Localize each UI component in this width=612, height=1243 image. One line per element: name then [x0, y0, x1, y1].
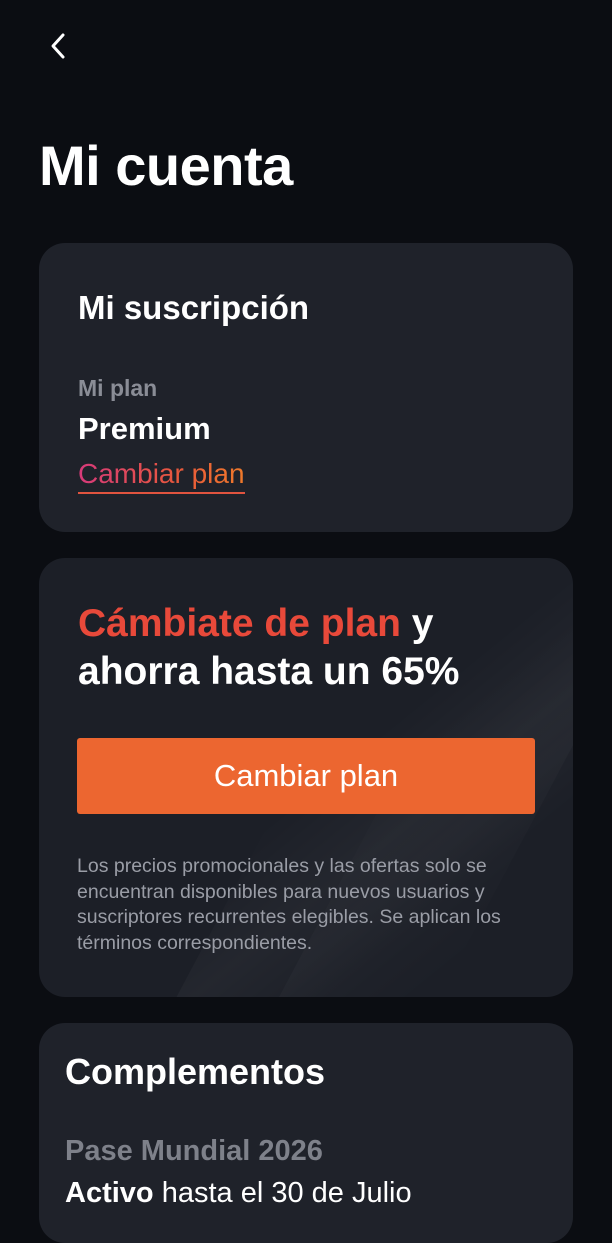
back-button[interactable] — [38, 26, 78, 66]
change-plan-link[interactable]: Cambiar plan — [78, 456, 245, 494]
addon-name: Pase Mundial 2026 — [65, 1135, 323, 1167]
promo-disclaimer: Los precios promocionales y las ofertas … — [77, 855, 501, 954]
addon-status-suffix: hasta el 30 de Julio — [153, 1177, 412, 1209]
plan-label: Mi plan — [78, 375, 158, 401]
promo-headline-accent: Cámbiate de plan — [78, 602, 401, 645]
promo-headline: Cámbiate de plan y ahorra hasta un 65% — [78, 600, 558, 696]
addons-card: Complementos Pase Mundial 2026 Activo ha… — [39, 1023, 573, 1243]
plan-value: Premium — [78, 411, 211, 446]
subscription-heading: Mi suscripción — [78, 289, 310, 326]
addon-status: Activo hasta el 30 de Julio — [65, 1175, 412, 1211]
addon-status-label: Activo — [65, 1177, 154, 1209]
change-plan-button[interactable]: Cambiar plan — [77, 738, 535, 814]
page-title: Mi cuenta — [39, 134, 293, 197]
chevron-left-icon — [51, 33, 65, 59]
addons-heading: Complementos — [65, 1051, 326, 1092]
